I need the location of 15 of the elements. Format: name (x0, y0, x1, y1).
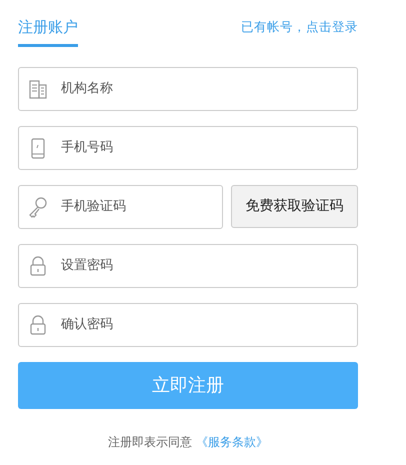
key-icon (28, 196, 48, 218)
register-tab[interactable]: 注册账户 (18, 14, 78, 46)
input-field[interactable]: 手机验证码 (18, 184, 223, 228)
input-field[interactable]: 手机号码 (18, 126, 358, 170)
login-link[interactable]: 已有帐号，点击登录 (241, 18, 358, 37)
input-field[interactable]: 确认密码 (18, 302, 358, 346)
terms-link[interactable]: 《服务条款》 (196, 434, 268, 448)
input-field[interactable]: 机构名称 (18, 66, 358, 110)
lock-icon (28, 254, 48, 276)
register-button[interactable]: 立即注册 (18, 362, 358, 408)
get-code-button[interactable]: 免费获取验证码 (231, 184, 358, 228)
lock-icon (28, 314, 48, 336)
building-icon (28, 78, 48, 100)
agreement-text: 注册即表示同意 《服务条款》 (108, 434, 268, 448)
input-field[interactable]: 设置密码 (18, 244, 358, 288)
